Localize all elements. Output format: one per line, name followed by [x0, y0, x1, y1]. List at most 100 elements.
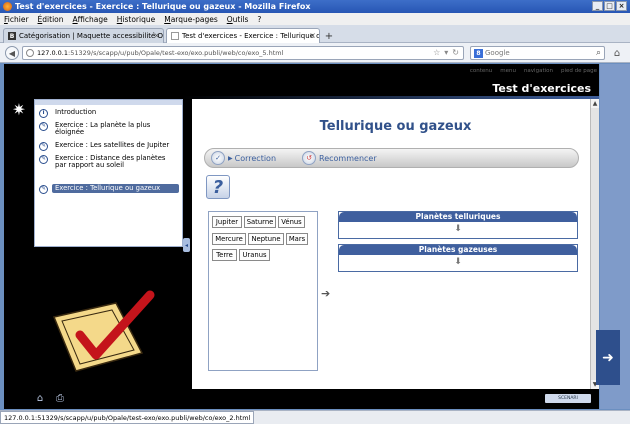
category-gaseous[interactable]: Planètes gazeuses ⬇ — [338, 244, 578, 272]
skip-link-menu[interactable]: menu — [500, 68, 516, 74]
search-placeholder: Google — [485, 49, 510, 57]
skip-links: contenu menu navigation pied de page — [470, 68, 597, 74]
tab-bar: B Catégorisation | Maquette accessibilit… — [0, 25, 630, 43]
menu-outils[interactable]: Outils — [227, 15, 249, 24]
skip-link-content[interactable]: contenu — [470, 68, 492, 74]
starburst-icon: ✷ — [12, 99, 26, 119]
print-icon[interactable]: ⎙ — [54, 392, 66, 404]
tab-favicon — [171, 32, 179, 40]
tab-test-exercices[interactable]: Test d'exercices - Exercice : Tellurique… — [166, 28, 320, 43]
reload-icon[interactable]: ↻ — [452, 48, 459, 57]
window-controls: _ □ × — [592, 1, 627, 11]
tab-categorisation[interactable]: B Catégorisation | Maquette accessibilit… — [3, 28, 164, 43]
info-icon: i — [39, 109, 48, 118]
search-bar[interactable]: 8 Google ⌕ — [470, 46, 605, 60]
category-label: Planètes telluriques — [339, 212, 577, 222]
exercise-icon: ✎ — [39, 122, 48, 131]
search-icon[interactable]: ⌕ — [596, 48, 601, 58]
globe-icon — [26, 49, 34, 57]
exercise-title: Tellurique ou gazeux — [319, 119, 472, 134]
url-bar[interactable]: 127.0.0.1 :51329/s/scapp/u/pub/Opale/tes… — [22, 46, 464, 60]
collapse-panel-button[interactable]: ◂ — [183, 238, 190, 252]
arrow-right-icon: ➔ — [321, 287, 331, 300]
exercise-icon: ✎ — [39, 185, 48, 194]
exercise-icon: ✎ — [39, 155, 48, 164]
arrow-down-icon: ⬇ — [454, 224, 462, 234]
main-content: Tellurique ou gazeux ✓ ▶ Correction ↺ Re… — [192, 99, 599, 389]
next-page-button[interactable]: ➜ — [596, 330, 620, 385]
close-button[interactable]: × — [616, 1, 627, 11]
outline-item-planete-eloignee[interactable]: ✎ Exercice : La planète la plus éloignée — [39, 121, 181, 138]
menu-historique[interactable]: Historique — [117, 15, 155, 24]
menu-affichage[interactable]: Affichage — [73, 15, 108, 24]
navigation-bar: ◀ 127.0.0.1 :51329/s/scapp/u/pub/Opale/t… — [0, 43, 630, 63]
web-page: contenu menu navigation pied de page Tes… — [4, 64, 599, 409]
menu-fichier[interactable]: Fichier — [4, 15, 29, 24]
menu-bar: Fichier Édition Affichage Historique Mar… — [0, 13, 630, 25]
url-path: :51329/s/scapp/u/pub/Opale/test-exo/exo.… — [68, 49, 284, 57]
outline-item-label: Exercice : Tellurique ou gazeux — [52, 184, 179, 194]
status-url: 127.0.0.1:51329/s/scapp/u/pub/Opale/test… — [0, 411, 255, 424]
skip-link-footer[interactable]: pied de page — [561, 68, 597, 74]
restart-button[interactable]: ↺ Recommencer — [302, 151, 377, 165]
draggable-word[interactable]: Saturne — [244, 216, 276, 228]
outline-panel: i Introduction ✎ Exercice : La planète l… — [34, 99, 183, 247]
tab-favicon: B — [8, 32, 16, 40]
tab-label: Catégorisation | Maquette accessibilité … — [19, 32, 164, 40]
menu-marque-pages[interactable]: Marque-pages — [164, 15, 218, 24]
arrow-down-icon: ⬇ — [454, 257, 462, 267]
page-title: Test d'exercices — [492, 82, 591, 95]
back-button[interactable]: ◀ — [5, 46, 19, 60]
bookmark-star-icon[interactable]: ☆ — [433, 48, 440, 57]
draggable-word[interactable]: Neptune — [248, 233, 284, 245]
exercise-icon: ✎ — [39, 142, 48, 151]
google-icon[interactable]: 8 — [474, 48, 483, 58]
restart-label: Recommencer — [319, 153, 377, 163]
home-icon[interactable]: ⌂ — [34, 392, 46, 404]
bottom-toolbar: ⌂ ⎙ SCENARI — [4, 389, 599, 409]
checkmark-illustration — [52, 290, 155, 372]
exercise-toolbar: ✓ ▶ Correction ↺ Recommencer — [204, 148, 579, 168]
outline-item-distance-planetes[interactable]: ✎ Exercice : Distance des planètes par r… — [39, 154, 181, 171]
close-tab-icon[interactable]: × — [153, 31, 160, 40]
menu-edition[interactable]: Édition — [38, 15, 64, 24]
draggable-word[interactable]: Uranus — [239, 249, 270, 261]
correction-label: Correction — [234, 153, 277, 163]
draggable-word[interactable]: Vénus — [278, 216, 305, 228]
category-telluric[interactable]: Planètes telluriques ⬇ — [338, 211, 578, 239]
outline-item-introduction[interactable]: i Introduction — [39, 108, 181, 118]
outline-item-satellites-jupiter[interactable]: ✎ Exercice : Les satellites de Jupiter — [39, 141, 181, 151]
outline-header — [35, 100, 182, 105]
draggable-word[interactable]: Mars — [286, 233, 308, 245]
scroll-up-icon[interactable]: ▲ — [591, 99, 599, 108]
outline-item-label: Exercice : Distance des planètes par rap… — [55, 154, 166, 170]
close-tab-icon[interactable]: × — [309, 31, 316, 40]
draggable-word[interactable]: Terre — [212, 249, 237, 261]
maximize-button[interactable]: □ — [604, 1, 615, 11]
draggable-word[interactable]: Mercure — [212, 233, 246, 245]
dropdown-icon[interactable]: ▾ — [444, 48, 448, 57]
outline-item-label: Introduction — [55, 108, 97, 116]
skip-link-navigation[interactable]: navigation — [524, 68, 553, 74]
window-title: Test d'exercices - Exercice : Tellurique… — [15, 2, 311, 11]
firefox-icon — [3, 2, 12, 11]
draggable-word[interactable]: Jupiter — [212, 216, 242, 228]
correction-button[interactable]: ✓ ▶ Correction — [211, 151, 276, 165]
outline-item-label: Exercice : La planète la plus éloignée — [55, 121, 151, 137]
menu-aide[interactable]: ? — [257, 15, 261, 24]
window-titlebar: Test d'exercices - Exercice : Tellurique… — [0, 0, 630, 13]
scenari-badge: SCENARI — [545, 394, 591, 403]
help-icon[interactable]: ? — [206, 175, 230, 199]
tab-label: Test d'exercices - Exercice : Tellurique… — [182, 32, 320, 40]
home-icon[interactable]: ⌂ — [610, 47, 624, 59]
outline-item-label: Exercice : Les satellites de Jupiter — [55, 141, 170, 149]
arrow-right-icon: ▶ — [228, 154, 233, 162]
outline-item-tellurique-gazeux[interactable]: ✎ Exercice : Tellurique ou gazeux — [39, 184, 181, 194]
new-tab-button[interactable]: + — [322, 30, 336, 42]
status-bar: 127.0.0.1:51329/s/scapp/u/pub/Opale/test… — [0, 410, 630, 424]
category-label: Planètes gazeuses — [339, 245, 577, 255]
restart-icon: ↺ — [302, 151, 317, 165]
minimize-button[interactable]: _ — [592, 1, 603, 11]
correction-icon: ✓ — [211, 151, 225, 165]
url-host: 127.0.0.1 — [37, 49, 69, 57]
